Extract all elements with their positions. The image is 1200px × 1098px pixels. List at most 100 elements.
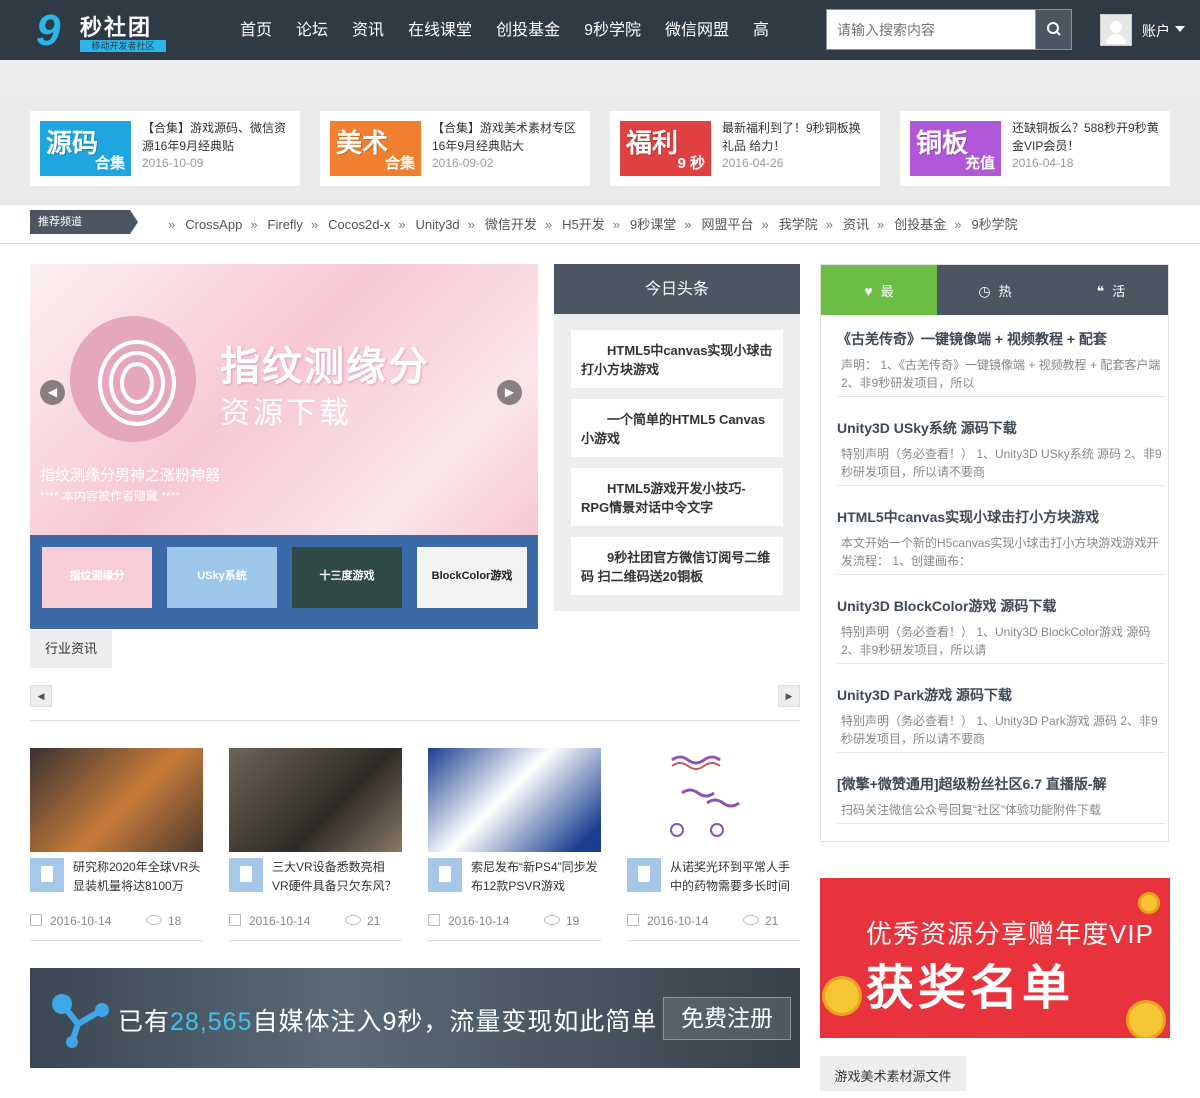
promo-thumb[interactable]: 源码 合集 [40,121,131,176]
tab-active[interactable]: ❝ 活 [1053,265,1169,315]
news-title[interactable]: 研究称2020年全球VR头显装机量将达8100万 [73,858,203,896]
news-card[interactable]: 三大VR设备悉数亮相 VR硬件具备只欠东风？ 2016-10-14 21 [229,748,402,941]
chevron-left-icon: ◀ [37,691,45,701]
channel-link[interactable]: Unity3d [398,205,460,245]
channel-link[interactable]: 9秒课堂 [613,205,676,245]
carousel-thumb[interactable]: USky系统 [167,547,277,608]
promo-thumb-label: 福利 [626,128,679,158]
carousel-thumb[interactable]: 十三度游戏 [292,547,402,608]
fingerprint-icon [70,316,196,442]
banner-carousel[interactable]: 指纹测缘分 资源下载 ◀ ▶ 指纹测缘分男神之涨粉神器 **** 本内容被作者隐… [30,264,538,629]
nav-item-forum[interactable]: 论坛 [284,0,340,60]
sidebar-article[interactable]: Unity3D Park游戏 源码下载 特别声明（务必查看！） 1、Unity3D… [837,685,1165,753]
carousel-thumb[interactable]: 指纹测缘分 [42,547,152,608]
channel-link[interactable]: 创投基金 [877,205,946,245]
nav-item-venture-fund[interactable]: 创投基金 [484,0,572,60]
news-card[interactable]: 研究称2020年全球VR头显装机量将达8100万 2016-10-14 18 [30,748,203,941]
channel-link[interactable]: Firefly [250,205,303,245]
carousel-thumb[interactable]: BlockColor游戏 [417,547,527,608]
clock-icon: ◷ [978,283,991,299]
article-title[interactable]: Unity3D BlockColor游戏 源码下载 [837,596,1165,616]
channel-link[interactable]: 9秒学院 [954,205,1017,245]
promo-band: 源码 合集 【合集】游戏源码、微信资源16年9月经典贴 2016-10-09 美术… [0,96,1200,204]
nav-item-wechat-league[interactable]: 微信网盟 [653,0,741,60]
account-menu[interactable]: 账户 [1100,14,1190,46]
news-date: 2016-10-14 [428,914,509,928]
site-logo[interactable]: 9 秒社团 移动开发者社区 [36,8,170,54]
sidebar-article[interactable]: [微擎+微赞通用]超级粉丝社区6.7 直播版-解 扫码关注微信公众号回复“社区”体… [837,774,1165,824]
tab-art-assets[interactable]: 游戏美术素材源文件 [820,1056,966,1091]
headlines-title: 今日头条 [554,264,800,314]
logo-name: 秒社团 [80,15,153,40]
channel-link[interactable]: 我学院 [761,205,818,245]
free-register-button[interactable]: 免费注册 [663,997,791,1040]
news-image[interactable] [627,748,800,852]
headline-item[interactable]: 9秒社团官方微信订阅号二维码 扫二维码送20铜板 [571,537,783,595]
article-title[interactable]: Unity3D Park游戏 源码下载 [837,685,1165,705]
register-ad-banner[interactable]: 已有28,565自媒体注入9秒，流量变现如此简单 免费注册 [30,968,800,1068]
tab-industry-news[interactable]: 行业资讯 [30,630,112,668]
article-title[interactable]: Unity3D USky系统 源码下载 [837,418,1165,438]
article-title[interactable]: [微擎+微赞通用]超级粉丝社区6.7 直播版-解 [837,774,1165,794]
channel-link[interactable]: H5开发 [545,205,605,245]
account-label[interactable]: 账户 [1142,21,1170,41]
scroll-right-button[interactable]: ▶ [778,685,800,707]
nav-item-academy[interactable]: 9秒学院 [572,0,653,60]
news-title[interactable]: 从诺奖光环到平常人手中的药物需要多长时间 [670,858,800,896]
nav-item-news[interactable]: 资讯 [340,0,396,60]
headline-item[interactable]: HTML5游戏开发小技巧-RPG情景对话中令文字 [571,468,783,526]
channel-link[interactable]: 微信开发 [468,205,537,245]
nav-item-more[interactable]: 高 [741,0,781,60]
promo-title[interactable]: 【合集】游戏源码、微信资源16年9月经典贴 [142,119,292,155]
sidebar-article[interactable]: Unity3D USky系统 源码下载 特别声明（务必查看！） 1、Unity3D… [837,418,1165,486]
news-card[interactable]: 索尼发布“新PS4”同步发布12款PSVR游戏 2016-10-14 19 [428,748,601,941]
nav-item-online-class[interactable]: 在线课堂 [396,0,484,60]
channel-link[interactable]: CrossApp [168,205,242,245]
carousel-prev-button[interactable]: ◀ [40,380,65,405]
sidebar-article[interactable]: 《古羌传奇》一键镜像端 + 视频教程 + 配套 声明： 1、《古羌传奇》一键镜像端… [837,329,1165,397]
promo-title[interactable]: 还缺铜板么？588秒开9秒黄金VIP会员！ [1012,119,1162,155]
promo-thumb-sub: 充值 [964,155,995,172]
search-button[interactable] [1035,10,1071,49]
heart-icon: ♥ [864,283,873,299]
news-card[interactable]: 从诺奖光环到平常人手中的药物需要多长时间 2016-10-14 21 [627,748,800,941]
channel-link[interactable]: Cocos2d-x [311,205,390,245]
promo-card[interactable]: 源码 合集 【合集】游戏源码、微信资源16年9月经典贴 2016-10-09 [30,111,300,186]
news-image[interactable] [428,748,601,852]
news-image[interactable] [30,748,203,852]
channel-link[interactable]: 网盟平台 [684,205,753,245]
avatar[interactable] [1100,14,1132,46]
tab-label: 热 [998,284,1012,299]
sidebar-article[interactable]: Unity3D BlockColor游戏 源码下载 特别声明（务必查看！） 1、U… [837,596,1165,664]
news-title[interactable]: 索尼发布“新PS4”同步发布12款PSVR游戏 [471,858,601,896]
carousel-next-button[interactable]: ▶ [497,380,522,405]
banner-caption[interactable]: 指纹测缘分男神之涨粉神器 [40,464,220,485]
tab-latest[interactable]: ♥ 最 [821,265,937,315]
promo-title[interactable]: 最新福利到了！9秒铜板换礼品 给力！ [722,119,872,155]
promo-card[interactable]: 福利 9 秒 最新福利到了！9秒铜板换礼品 给力！ 2016-04-26 [610,111,880,186]
ad-prefix: 已有 [118,1008,171,1036]
promo-date: 2016-04-26 [722,156,784,170]
chevron-down-icon [1175,26,1185,32]
vip-award-ad[interactable]: 优秀资源分享赠年度VIP 获奖名单 [820,878,1170,1038]
promo-thumb[interactable]: 美术 合集 [330,121,421,176]
search-input[interactable] [827,10,1035,49]
article-title[interactable]: HTML5中canvas实现小球击打小方块游戏 [837,507,1165,527]
article-title[interactable]: 《古羌传奇》一键镜像端 + 视频教程 + 配套 [837,329,1165,349]
promo-card[interactable]: 铜板 充值 还缺铜板么？588秒开9秒黄金VIP会员！ 2016-04-18 [900,111,1170,186]
tab-hot[interactable]: ◷ 热 [937,265,1053,315]
nav-item-home[interactable]: 首页 [228,0,284,60]
headline-item[interactable]: 一个简单的HTML5 Canvas小游戏 [571,399,783,457]
promo-thumb[interactable]: 福利 9 秒 [620,121,711,176]
promo-thumb[interactable]: 铜板 充值 [910,121,1001,176]
news-image[interactable] [229,748,402,852]
scroll-left-button[interactable]: ◀ [30,685,52,707]
sidebar-article[interactable]: HTML5中canvas实现小球击打小方块游戏 本文开始一个新的H5canvas实… [837,507,1165,575]
headline-item[interactable]: HTML5中canvas实现小球击打小方块游戏 [571,330,783,388]
channel-link[interactable]: 资讯 [826,205,869,245]
promo-title[interactable]: 【合集】游戏美术素材专区16年9月经典贴大 [432,119,582,155]
promo-card[interactable]: 美术 合集 【合集】游戏美术素材专区16年9月经典贴大 2016-09-02 [320,111,590,186]
news-title[interactable]: 三大VR设备悉数亮相 VR硬件具备只欠东风？ [272,858,402,896]
news-date: 2016-10-14 [627,914,708,928]
banner-title: 指纹测缘分 [220,345,430,389]
